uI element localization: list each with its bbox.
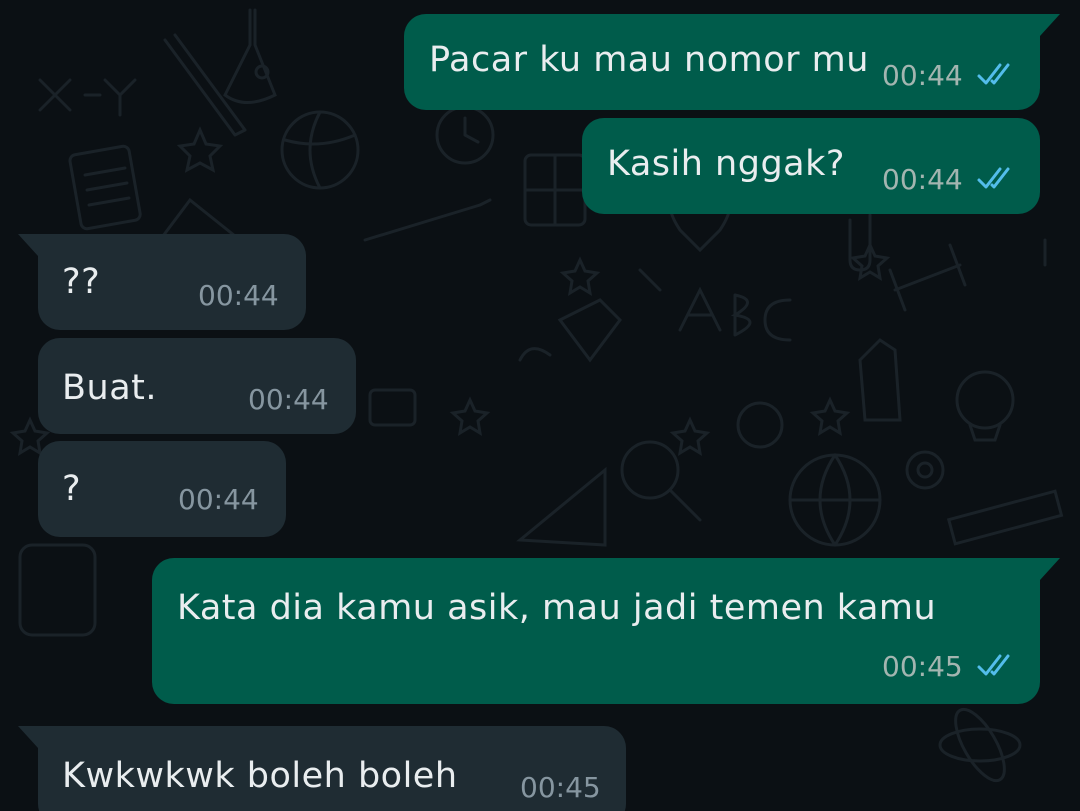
chat-conversation-area[interactable]: Pacar ku mau nomor mu 00:44 Kasih nggak?… — [0, 0, 1080, 811]
message-time: 00:44 — [882, 59, 963, 92]
double-check-read-icon — [977, 167, 1010, 189]
message-time: 00:44 — [198, 279, 279, 312]
outgoing-message-bubble[interactable]: Pacar ku mau nomor mu 00:44 — [404, 14, 1060, 110]
message-text: Kata dia kamu asik, mau jadi temen kamu — [177, 588, 937, 628]
message-time: 00:44 — [248, 383, 329, 416]
message-text: Kwkwkwk boleh boleh — [62, 756, 458, 796]
message-time: 00:45 — [882, 650, 963, 683]
outgoing-message-bubble[interactable]: Kata dia kamu asik, mau jadi temen kamu … — [152, 558, 1060, 704]
bubble-tail — [1040, 558, 1060, 580]
message-text: Kasih nggak? — [607, 144, 845, 184]
outgoing-message-bubble[interactable]: Kasih nggak? 00:44 — [582, 118, 1040, 214]
incoming-message-bubble[interactable]: ? 00:44 — [38, 441, 286, 537]
bubble-tail — [1040, 14, 1060, 36]
bubble-tail — [18, 726, 38, 748]
bubble-tail — [18, 234, 38, 256]
double-check-read-icon — [977, 654, 1010, 676]
message-time: 00:44 — [882, 163, 963, 196]
incoming-message-bubble[interactable]: Kwkwkwk boleh boleh 00:45 — [18, 726, 626, 811]
message-text: Pacar ku mau nomor mu — [429, 40, 869, 80]
message-time: 00:44 — [178, 483, 259, 516]
message-text: Buat. — [62, 368, 157, 408]
double-check-read-icon — [977, 63, 1010, 85]
message-text: ?? — [62, 262, 101, 302]
incoming-message-bubble[interactable]: Buat. 00:44 — [38, 338, 356, 434]
message-time: 00:45 — [520, 771, 601, 804]
message-text: ? — [62, 469, 82, 509]
incoming-message-bubble[interactable]: ?? 00:44 — [18, 234, 306, 330]
